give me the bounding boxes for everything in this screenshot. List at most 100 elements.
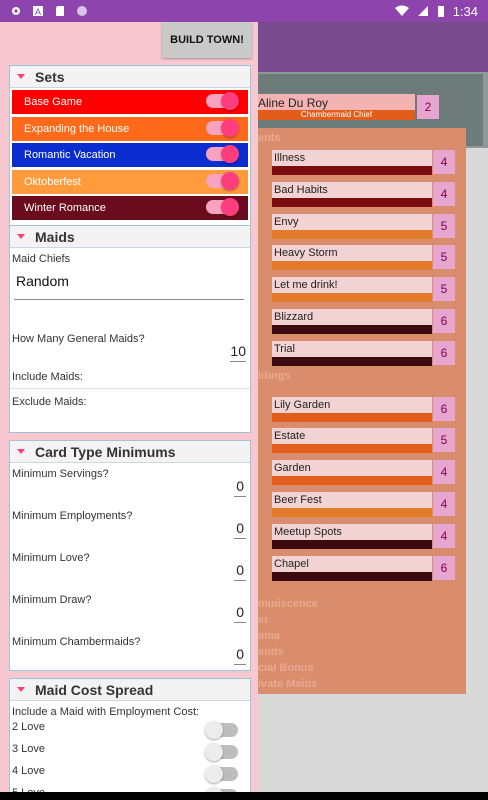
minimum-input[interactable]: 0 (210, 604, 244, 620)
card-name: Heavy Storm (272, 245, 432, 262)
maid-role: Chambermaid Chief (258, 110, 415, 120)
general-maids-input[interactable]: 10 (210, 343, 246, 359)
set-row[interactable]: Romantic Vacation (12, 143, 248, 167)
card-name: Chapel (272, 555, 432, 572)
buildings-heading: ldings (258, 370, 291, 382)
maids-title: Maids (35, 228, 75, 245)
card-name: Lily Garden (272, 396, 432, 413)
maids-header[interactable]: Maids (10, 226, 250, 248)
card-cost: 4 (433, 460, 455, 485)
maid-card: Aline Du Roy Chambermaid Chief (258, 94, 415, 120)
nav-bar (0, 792, 488, 800)
card-name: Meetup Spots (272, 523, 432, 540)
battery-icon (437, 6, 444, 17)
minimum-input[interactable]: 0 (210, 520, 244, 536)
card-bar (272, 197, 432, 207)
card-item: Let me drink! (262, 277, 432, 303)
minimum-label: Minimum Draw? (12, 594, 92, 606)
category-link: ivate Maids (258, 678, 318, 690)
general-maids-label: How Many General Maids? (12, 333, 145, 345)
card-bar (272, 571, 432, 581)
minimum-input[interactable]: 0 (210, 478, 244, 494)
maid-chiefs-label: Maid Chiefs (12, 253, 71, 265)
set-toggle[interactable] (206, 118, 239, 137)
set-row[interactable]: Winter Romance (12, 196, 248, 220)
minimums-header[interactable]: Card Type Minimums (10, 441, 250, 463)
minimum-input[interactable]: 0 (210, 562, 244, 578)
settings-icon (12, 7, 20, 15)
set-row[interactable]: Oktoberfest (12, 169, 248, 194)
card-bar (272, 293, 432, 303)
set-label: Oktoberfest (24, 175, 81, 188)
card-name: Beer Fest (272, 492, 432, 508)
cost-spread-title: Maid Cost Spread (35, 681, 154, 698)
card-cost: 5 (433, 277, 455, 302)
cost-toggle[interactable] (205, 765, 238, 783)
set-label: Winter Romance (24, 202, 106, 214)
sd-card-icon (56, 6, 64, 16)
cost-label: 3 Love (12, 743, 46, 755)
minimum-label: Minimum Chambermaids? (12, 636, 141, 648)
set-label: Romantic Vacation (24, 149, 116, 161)
sets-panel: Sets Base Game Expanding the House Romanti… (9, 65, 251, 237)
card-cost: 6 (433, 309, 455, 333)
category-link: cial Bonus (258, 662, 314, 674)
card-bar (272, 261, 432, 271)
cost-toggle[interactable] (205, 721, 238, 739)
card-item: Illness (262, 150, 432, 176)
toggle-thumb (221, 145, 239, 163)
collapse-arrow-icon (17, 234, 25, 239)
set-toggle[interactable] (206, 171, 239, 190)
set-row[interactable]: Base Game (12, 90, 248, 114)
category-link: er (258, 614, 269, 626)
set-toggle[interactable] (206, 145, 239, 163)
collapse-arrow-icon (17, 687, 25, 692)
toggle-thumb (205, 721, 223, 739)
wifi-icon (394, 5, 409, 16)
circle-icon (77, 6, 87, 16)
card-bar (272, 229, 432, 239)
card-bar (272, 412, 432, 422)
minimum-input[interactable]: 0 (210, 646, 244, 662)
cost-spread-header[interactable]: Maid Cost Spread (10, 679, 250, 701)
card-item: Bad Habits (262, 181, 432, 208)
card-item: Chapel (262, 555, 432, 582)
card-item: Garden (262, 460, 432, 486)
build-town-button[interactable]: BUILD TOWN! (162, 22, 252, 58)
cost-toggle[interactable] (205, 743, 238, 761)
toggle-thumb (221, 118, 239, 137)
card-name: Let me drink! (272, 277, 432, 294)
maid-chiefs-select[interactable]: Random (16, 273, 244, 301)
card-item: Heavy Storm (262, 245, 432, 271)
maids-panel: Maids Maid Chiefs Random How Many Genera… (9, 225, 251, 433)
exclude-maids-label[interactable]: Exclude Maids: (12, 396, 87, 408)
app-a-icon: A (33, 6, 43, 17)
set-label: Base Game (24, 96, 83, 108)
minimum-label: Minimum Servings? (12, 468, 109, 480)
category-link: miniscence (258, 598, 318, 610)
include-maids-label[interactable]: Include Maids: (12, 371, 83, 383)
set-row[interactable]: Expanding the House (12, 116, 248, 141)
collapse-arrow-icon (17, 449, 25, 454)
card-cost: 6 (433, 555, 455, 580)
card-cost: 6 (433, 340, 455, 365)
card-cost: 4 (433, 150, 455, 174)
toggle-thumb (205, 743, 223, 761)
card-cost: 4 (433, 492, 455, 516)
minimum-label: Minimum Love? (12, 552, 90, 564)
set-toggle[interactable] (206, 92, 239, 110)
card-cost: 5 (433, 428, 455, 453)
card-cost: 4 (433, 523, 455, 548)
card-item: Lily Garden (262, 396, 432, 423)
card-cost: 6 (433, 396, 455, 421)
card-cost: 4 (433, 181, 455, 206)
toggle-thumb (221, 198, 239, 216)
set-toggle[interactable] (206, 198, 239, 216)
minimums-title: Card Type Minimums (35, 443, 176, 460)
card-name: Trial (272, 340, 432, 357)
cost-label: 2 Love (12, 721, 46, 733)
card-item: Trial (262, 340, 432, 367)
sets-header[interactable]: Sets (10, 66, 250, 88)
card-bar (272, 325, 432, 334)
card-name: Bad Habits (272, 181, 432, 198)
